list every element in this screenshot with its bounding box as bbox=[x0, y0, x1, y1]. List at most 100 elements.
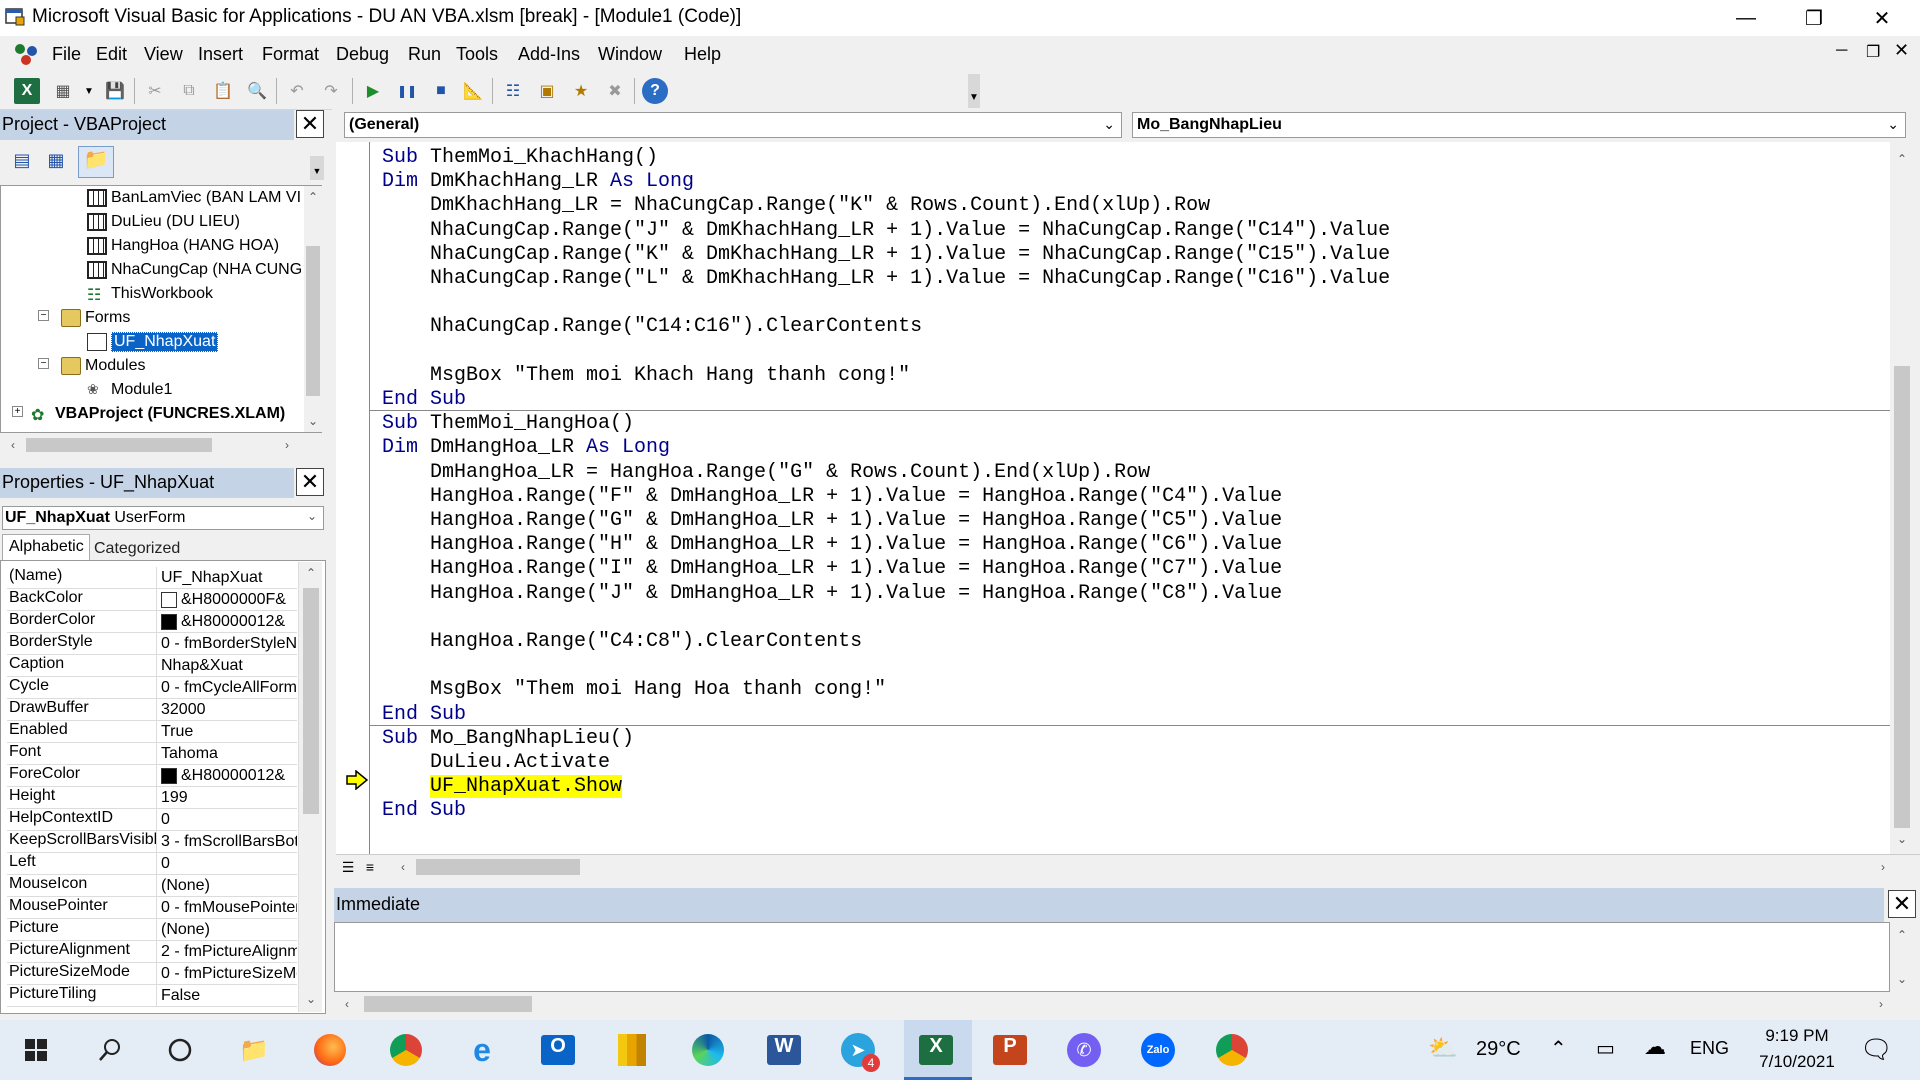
tree-item-banlamviec[interactable]: BanLamViec (BAN LAM VI bbox=[87, 186, 301, 210]
code-line[interactable]: MsgBox "Them moi Khach Hang thanh cong!" bbox=[382, 364, 910, 388]
code-line[interactable]: UF_NhapXuat.Show bbox=[382, 775, 623, 799]
property-row[interactable]: BorderColor &H80000012& bbox=[7, 611, 297, 633]
code-line[interactable]: HangHoa.Range("J" & DmHangHoa_LR + 1).Va… bbox=[382, 582, 1282, 606]
property-row[interactable]: Enabled True bbox=[7, 721, 297, 743]
property-row[interactable]: Caption Nhap&Xuat bbox=[7, 655, 297, 677]
code-line[interactable]: NhaCungCap.Range("L" & DmKhachHang_LR + … bbox=[382, 267, 1390, 291]
excel-icon[interactable]: X bbox=[914, 1028, 958, 1072]
project-hscrollbar[interactable]: ‹ › bbox=[2, 434, 302, 456]
code-line[interactable]: End Sub bbox=[382, 388, 466, 412]
undo-icon[interactable]: ↶ bbox=[284, 78, 310, 104]
help-icon[interactable]: ? bbox=[642, 78, 668, 104]
find-icon[interactable]: 🔍 bbox=[244, 78, 270, 104]
tree-item-module1[interactable]: ❀ Module1 bbox=[87, 378, 172, 402]
property-value[interactable]: 0 bbox=[157, 853, 297, 874]
tree-item-dulieu[interactable]: DuLieu (DU LIEU) bbox=[87, 210, 240, 234]
properties-vscrollbar[interactable]: ⌃ ⌄ bbox=[298, 562, 322, 1012]
code-vscrollbar[interactable]: ⌃ ⌄ bbox=[1890, 142, 1914, 854]
object-selector[interactable]: UF_NhapXuat UserForm ⌄ bbox=[2, 506, 324, 530]
toggle-folders-icon[interactable]: 📁 bbox=[78, 146, 114, 178]
menu-run[interactable]: Run bbox=[408, 44, 441, 65]
tree-folder-forms[interactable]: Forms bbox=[61, 306, 130, 330]
windows-start-icon[interactable] bbox=[14, 1028, 58, 1072]
scroll-up-icon[interactable]: ⌃ bbox=[1893, 926, 1911, 944]
property-value[interactable]: (None) bbox=[157, 919, 297, 940]
property-value[interactable]: 0 - fmPictureSizeMc bbox=[157, 963, 297, 984]
view-excel-icon[interactable]: X bbox=[14, 78, 40, 104]
chrome-icon-2[interactable] bbox=[1210, 1028, 1254, 1072]
property-row[interactable]: DrawBuffer 32000 bbox=[7, 699, 297, 721]
object-combo[interactable]: (General) ⌄ bbox=[344, 112, 1122, 138]
code-line[interactable]: HangHoa.Range("G" & DmHangHoa_LR + 1).Va… bbox=[382, 509, 1282, 533]
property-value[interactable]: &H80000012& bbox=[157, 765, 297, 786]
code-line[interactable]: HangHoa.Range("H" & DmHangHoa_LR + 1).Va… bbox=[382, 533, 1282, 557]
reset-icon[interactable]: ■ bbox=[428, 78, 454, 104]
property-row[interactable]: Height 199 bbox=[7, 787, 297, 809]
tree-item-nhacungcap[interactable]: NhaCungCap (NHA CUNG bbox=[87, 258, 302, 282]
mdi-close-icon[interactable]: ✕ bbox=[1894, 40, 1909, 61]
code-line[interactable]: DuLieu.Activate bbox=[382, 751, 610, 775]
scroll-right-icon[interactable]: › bbox=[1872, 995, 1890, 1013]
scroll-right-icon[interactable]: › bbox=[278, 436, 296, 454]
tree-folder-modules[interactable]: Modules bbox=[61, 354, 145, 378]
view-object-icon[interactable]: ▦ bbox=[42, 150, 70, 176]
restore-icon[interactable]: ❐ bbox=[1780, 0, 1848, 36]
tree-item-thisworkbook[interactable]: ☷ ThisWorkbook bbox=[87, 282, 213, 306]
property-row[interactable]: Font Tahoma bbox=[7, 743, 297, 765]
object-browser-icon[interactable]: ★ bbox=[568, 78, 594, 104]
property-row[interactable]: BorderStyle 0 - fmBorderStyleN bbox=[7, 633, 297, 655]
language-indicator[interactable]: ENG bbox=[1690, 1038, 1729, 1059]
project-toolbar-options-icon[interactable]: ▼ bbox=[310, 156, 324, 180]
menu-window[interactable]: Window bbox=[598, 44, 662, 65]
code-margin[interactable] bbox=[336, 142, 370, 854]
weather-icon[interactable]: ⛅ bbox=[1428, 1034, 1458, 1063]
battery-icon[interactable]: ▭ bbox=[1596, 1036, 1615, 1061]
viber-icon[interactable]: ✆ bbox=[1062, 1028, 1106, 1072]
clock-time[interactable]: 9:19 PM bbox=[1752, 1026, 1842, 1046]
close-project-icon[interactable]: ✕ bbox=[296, 110, 324, 138]
collapse-modules-icon[interactable]: − bbox=[38, 358, 49, 369]
tab-categorized[interactable]: Categorized bbox=[90, 538, 186, 560]
property-value[interactable]: Nhap&Xuat bbox=[157, 655, 297, 676]
scroll-left-icon[interactable]: ‹ bbox=[394, 858, 412, 876]
immediate-hscrollbar[interactable]: ‹ › bbox=[334, 992, 1918, 1016]
code-line[interactable]: DmHangHoa_LR = HangHoa.Range("G" & Rows.… bbox=[382, 461, 1150, 485]
procedure-combo[interactable]: Mo_BangNhapLieu ⌄ bbox=[1132, 112, 1906, 138]
property-value[interactable]: Tahoma bbox=[157, 743, 297, 764]
menu-edit[interactable]: Edit bbox=[96, 44, 127, 65]
scroll-up-icon[interactable]: ⌃ bbox=[304, 188, 322, 206]
property-row[interactable]: BackColor &H8000000F& bbox=[7, 589, 297, 611]
property-value[interactable]: 0 bbox=[157, 809, 297, 830]
save-icon[interactable]: 💾 bbox=[102, 78, 128, 104]
scroll-up-icon[interactable]: ⌃ bbox=[302, 564, 320, 582]
scroll-down-icon[interactable]: ⌄ bbox=[1893, 830, 1911, 848]
property-row[interactable]: HelpContextID 0 bbox=[7, 809, 297, 831]
code-hscrollbar[interactable]: ☰ ≡ ‹ › bbox=[336, 854, 1920, 878]
property-value[interactable]: 0 - fmBorderStyleN bbox=[157, 633, 297, 654]
scroll-thumb[interactable] bbox=[1894, 366, 1910, 828]
break-icon[interactable]: ❚❚ bbox=[394, 78, 420, 104]
menu-help[interactable]: Help bbox=[684, 44, 721, 65]
menu-format[interactable]: Format bbox=[262, 44, 319, 65]
property-value[interactable]: 2 - fmPictureAlignm bbox=[157, 941, 297, 962]
property-value[interactable]: False bbox=[157, 985, 297, 1006]
property-row[interactable]: ForeColor &H80000012& bbox=[7, 765, 297, 787]
show-hidden-icons-icon[interactable]: ⌃ bbox=[1550, 1036, 1567, 1061]
task-view-icon[interactable] bbox=[158, 1028, 202, 1072]
procedure-view-icon[interactable]: ☰ bbox=[340, 859, 356, 875]
code-line[interactable]: End Sub bbox=[382, 799, 466, 823]
property-row[interactable]: Picture (None) bbox=[7, 919, 297, 941]
search-icon[interactable] bbox=[88, 1028, 132, 1072]
code-line[interactable]: End Sub bbox=[382, 703, 466, 727]
firefox-icon[interactable] bbox=[308, 1028, 352, 1072]
word-icon[interactable]: W bbox=[762, 1028, 806, 1072]
scroll-left-icon[interactable]: ‹ bbox=[4, 436, 22, 454]
scroll-right-icon[interactable]: › bbox=[1874, 858, 1892, 876]
code-line[interactable]: Dim DmKhachHang_LR As Long bbox=[382, 170, 694, 194]
power-bi-icon[interactable] bbox=[610, 1028, 654, 1072]
chrome-icon[interactable] bbox=[384, 1028, 428, 1072]
tree-project-funcres[interactable]: ✿ VBAProject (FUNCRES.XLAM) bbox=[31, 402, 285, 426]
scroll-down-icon[interactable]: ⌄ bbox=[302, 990, 320, 1008]
property-row[interactable]: MousePointer 0 - fmMousePointer bbox=[7, 897, 297, 919]
property-value[interactable]: True bbox=[157, 721, 297, 742]
